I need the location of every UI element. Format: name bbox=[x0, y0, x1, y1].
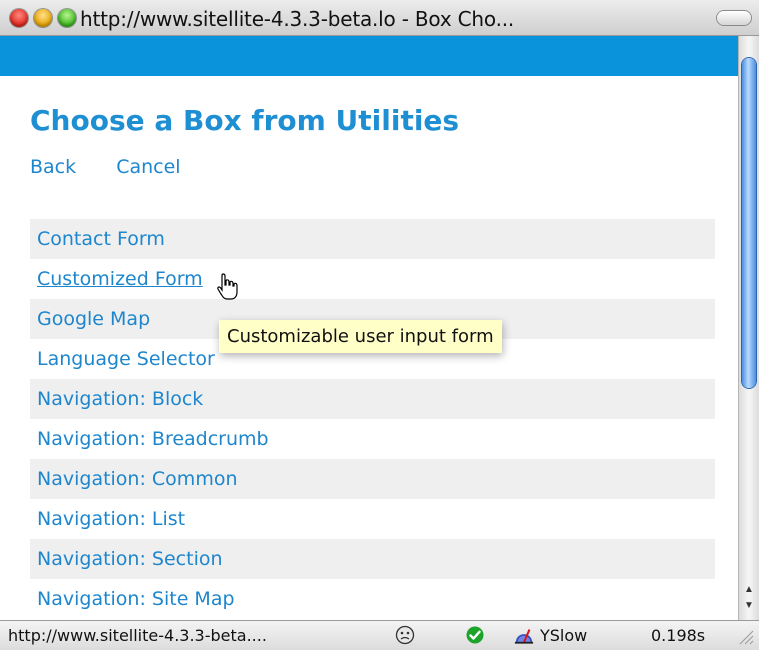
load-time: 0.198s bbox=[651, 626, 706, 645]
zoom-window-button[interactable] bbox=[58, 9, 76, 27]
box-item-navigation-site-map[interactable]: Navigation: Site Map bbox=[30, 579, 715, 619]
scroll-up-arrow-icon[interactable]: ▲ bbox=[742, 584, 756, 596]
action-links: Back Cancel bbox=[30, 156, 215, 178]
box-item-navigation-breadcrumb[interactable]: Navigation: Breadcrumb bbox=[30, 419, 715, 459]
page-title: Choose a Box from Utilities bbox=[30, 104, 460, 137]
face-icon[interactable] bbox=[395, 625, 415, 645]
cancel-link[interactable]: Cancel bbox=[116, 156, 180, 178]
window-title: http://www.sitellite-4.3.3-beta.lo - Box… bbox=[80, 7, 515, 31]
box-item-label: Navigation: Block bbox=[37, 388, 204, 410]
yslow-icon[interactable] bbox=[514, 625, 534, 645]
main-content: Choose a Box from Utilities Back Cancel … bbox=[0, 76, 738, 620]
close-window-button[interactable] bbox=[10, 9, 28, 27]
header-band bbox=[0, 36, 738, 76]
box-item-label: Navigation: List bbox=[37, 508, 186, 530]
box-item-label: Contact Form bbox=[37, 228, 165, 250]
resize-grip-icon[interactable] bbox=[736, 627, 754, 645]
status-url: http://www.sitellite-4.3.3-beta.... bbox=[8, 626, 267, 645]
box-item-contact-form[interactable]: Contact Form bbox=[30, 219, 715, 259]
box-item-label: Navigation: Breadcrumb bbox=[37, 428, 269, 450]
box-item-navigation-list[interactable]: Navigation: List bbox=[30, 499, 715, 539]
minimize-window-button[interactable] bbox=[34, 9, 52, 27]
tooltip: Customizable user input form bbox=[219, 320, 502, 353]
box-item-label: Language Selector bbox=[37, 348, 215, 370]
box-item-label: Navigation: Section bbox=[37, 548, 223, 570]
back-link[interactable]: Back bbox=[30, 156, 76, 178]
box-item-label: Navigation: Common bbox=[37, 468, 238, 490]
box-item-navigation-common[interactable]: Navigation: Common bbox=[30, 459, 715, 499]
box-item-label: Google Map bbox=[37, 308, 151, 330]
box-item-navigation-section[interactable]: Navigation: Section bbox=[30, 539, 715, 579]
scrollbar-thumb[interactable] bbox=[742, 58, 756, 388]
window-titlebar: http://www.sitellite-4.3.3-beta.lo - Box… bbox=[0, 0, 759, 36]
box-list: Contact Form Customized Form Google Map … bbox=[30, 219, 715, 619]
toolbar-toggle-button[interactable] bbox=[717, 11, 751, 25]
yslow-label[interactable]: YSlow bbox=[540, 626, 587, 645]
check-circle-icon[interactable] bbox=[465, 625, 485, 645]
box-item-label: Customized Form bbox=[37, 268, 203, 290]
vertical-scrollbar[interactable]: ▲ ▼ bbox=[738, 36, 759, 620]
box-item-customized-form[interactable]: Customized Form bbox=[30, 259, 715, 299]
box-item-label: Navigation: Site Map bbox=[37, 588, 235, 610]
scroll-down-arrow-icon[interactable]: ▼ bbox=[742, 600, 756, 612]
hand-cursor-icon bbox=[217, 273, 238, 300]
status-bar: http://www.sitellite-4.3.3-beta.... YSlo… bbox=[0, 620, 759, 650]
box-item-navigation-block[interactable]: Navigation: Block bbox=[30, 379, 715, 419]
